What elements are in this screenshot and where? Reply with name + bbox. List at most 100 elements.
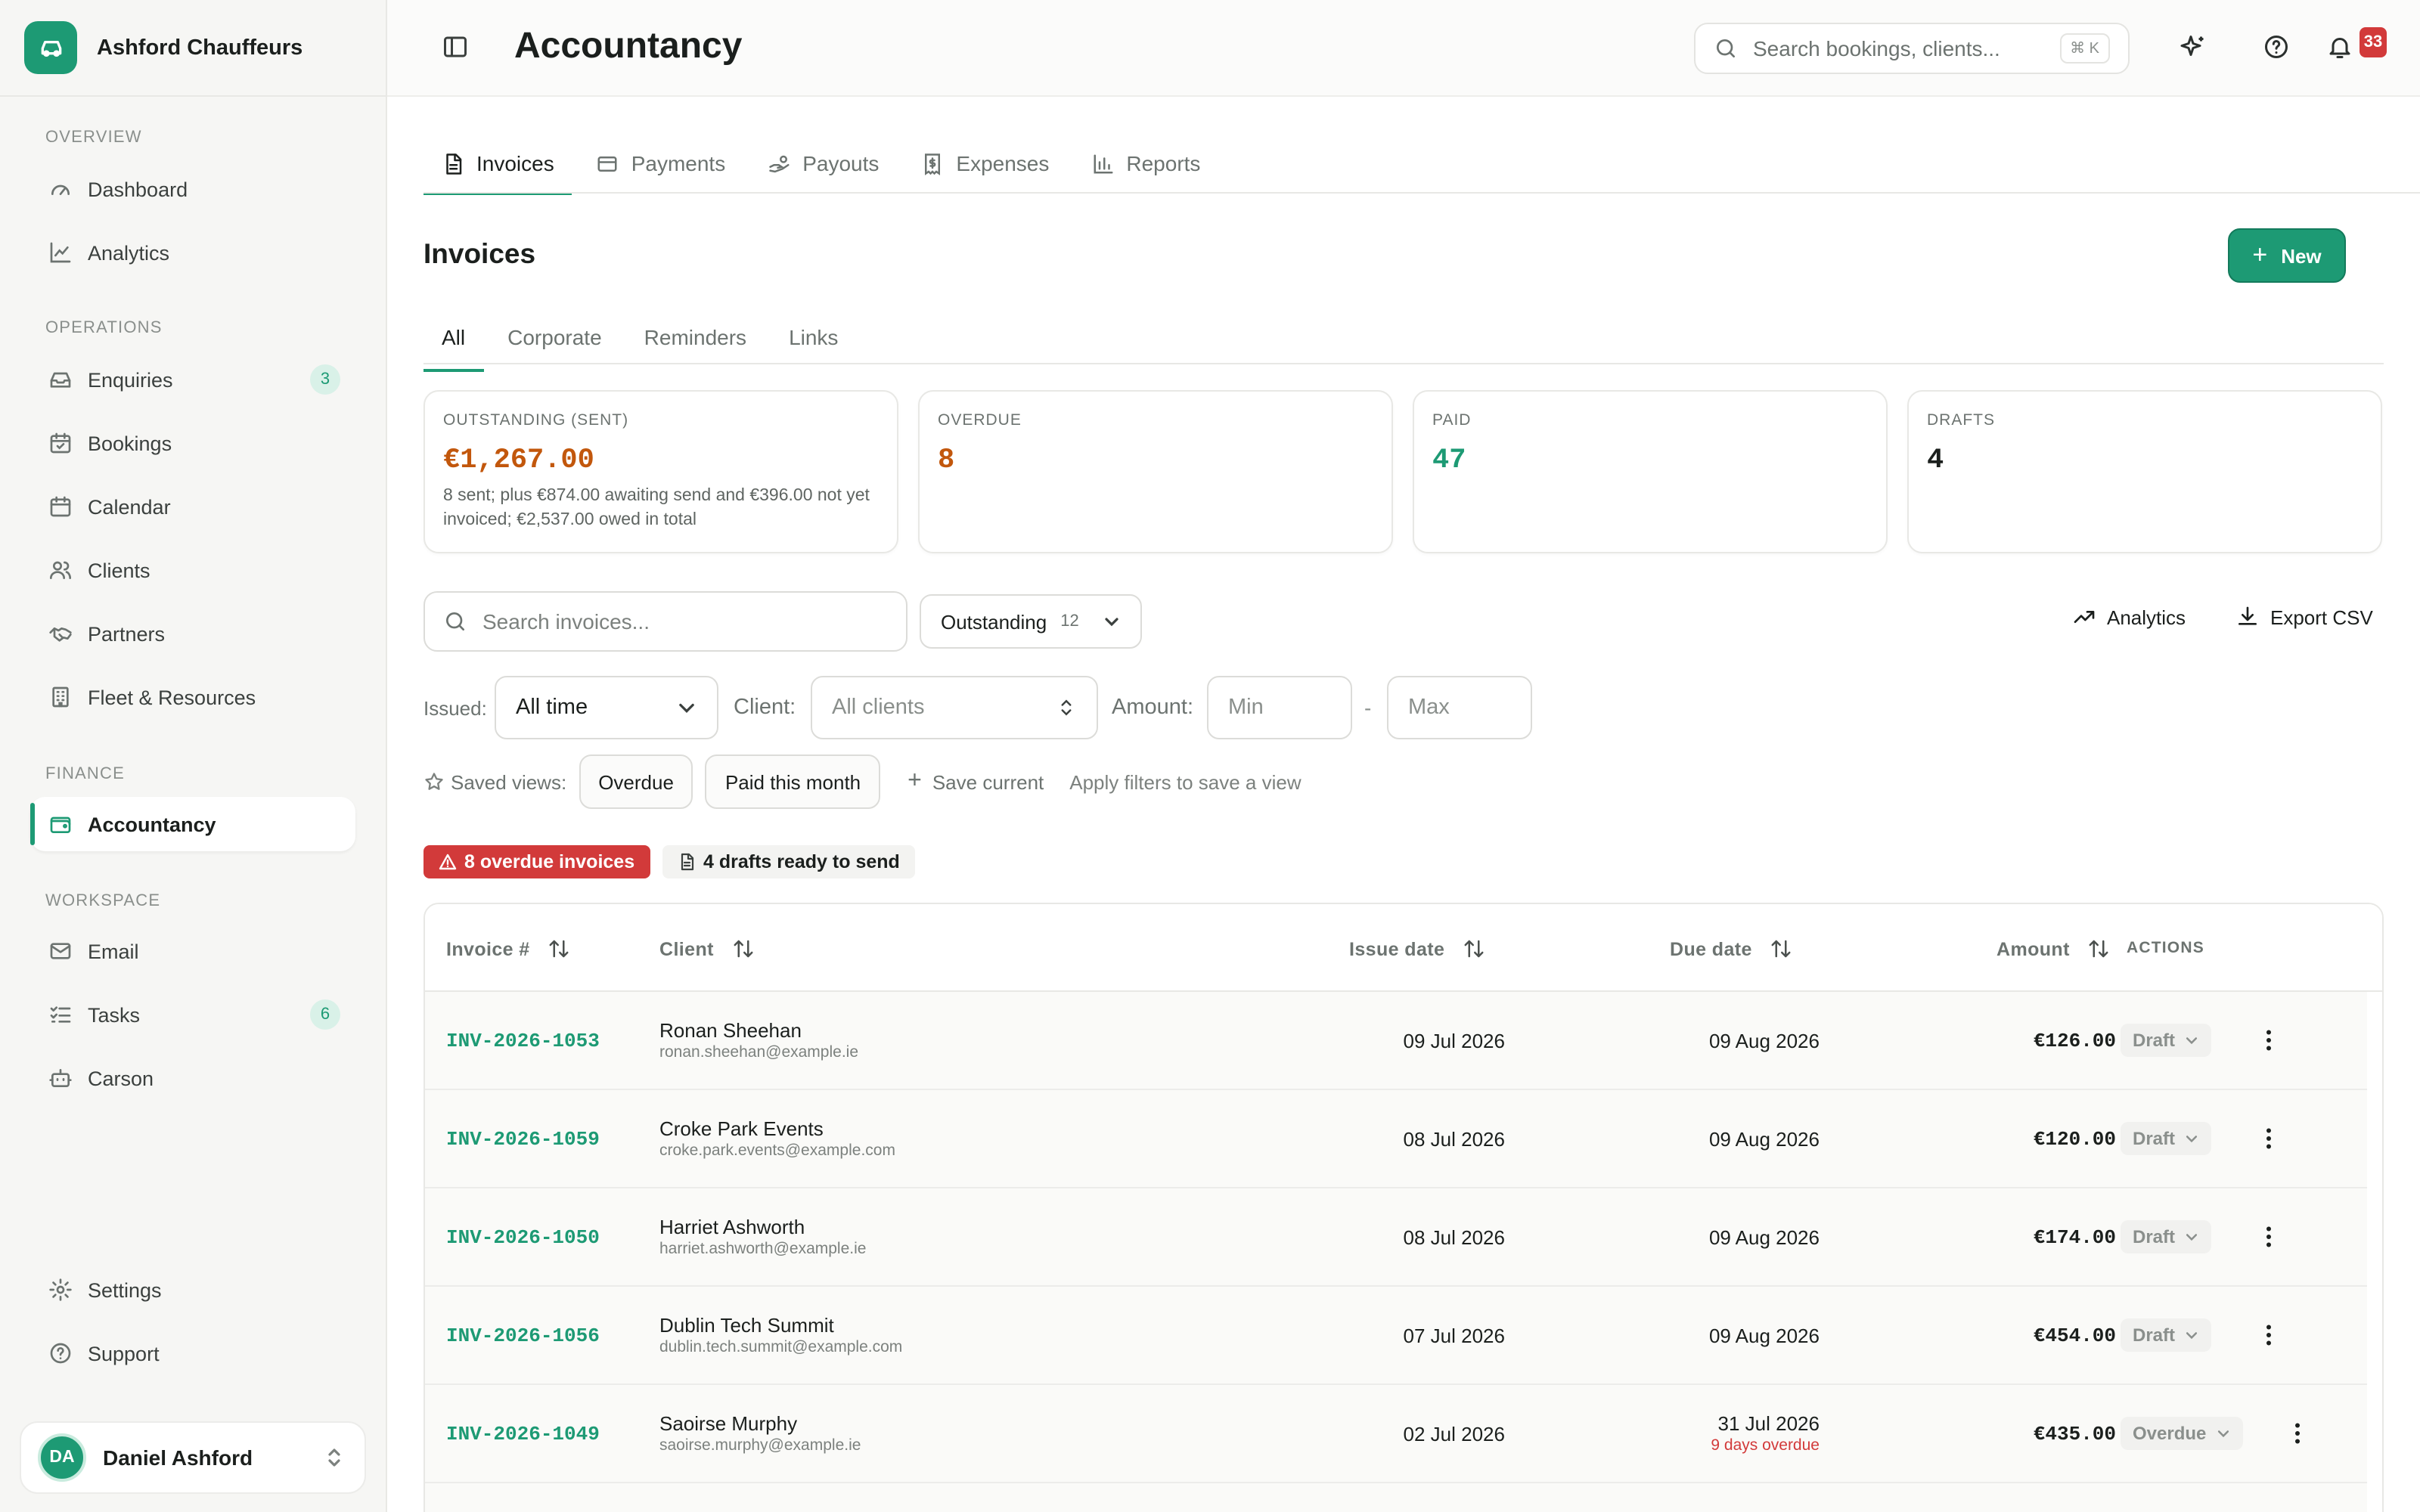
- invoice-number-link[interactable]: INV-2026-1059: [446, 1128, 600, 1151]
- global-search-input[interactable]: Search bookings, clients... ⌘ K: [1694, 23, 2130, 74]
- mail-icon: [50, 943, 71, 959]
- more-vertical-icon[interactable]: [2255, 1125, 2282, 1152]
- help-circle-icon[interactable]: [2263, 33, 2290, 60]
- overdue-alert-badge[interactable]: 8 overdue invoices: [424, 845, 650, 878]
- due-date: 31 Jul 2026: [1717, 1412, 1820, 1435]
- table-row[interactable]: INV-2026-1050 Harriet Ashworth harriet.a…: [425, 1188, 2367, 1287]
- status-dropdown[interactable]: Overdue: [2121, 1417, 2243, 1450]
- stat-label: PAID: [1432, 411, 1472, 429]
- tab-payments[interactable]: Payments: [579, 133, 744, 194]
- client-email: saoirse.murphy@example.ie: [659, 1436, 861, 1455]
- sidebar-item-enquiries[interactable]: Enquiries 3: [30, 352, 355, 407]
- client-email: croke.park.events@example.com: [659, 1142, 895, 1160]
- status-label: Draft: [2133, 1128, 2176, 1149]
- subtab-corporate[interactable]: Corporate: [489, 311, 620, 363]
- saved-view-overdue[interactable]: Overdue: [579, 754, 693, 809]
- tab-label: Payouts: [802, 151, 880, 175]
- sidebar-item-support[interactable]: Support: [30, 1326, 355, 1380]
- tab-payouts[interactable]: Payouts: [749, 133, 897, 194]
- notification-badge: 33: [2360, 27, 2387, 57]
- chevron-down-icon: [2186, 1234, 2198, 1241]
- subtab-reminders[interactable]: Reminders: [626, 311, 765, 363]
- amount-min-input[interactable]: Min: [1207, 676, 1352, 739]
- analytics-button[interactable]: Analytics: [2072, 605, 2186, 629]
- saved-view-paid-this-month[interactable]: Paid this month: [705, 754, 881, 809]
- column-amount[interactable]: Amount: [1996, 937, 2111, 960]
- column-issue-date[interactable]: Issue date: [1349, 937, 1485, 960]
- sidebar-item-calendar[interactable]: Calendar: [30, 479, 355, 534]
- drafts-ready-badge[interactable]: 4 drafts ready to send: [662, 845, 915, 878]
- sidebar-item-clients[interactable]: Clients: [30, 543, 355, 597]
- status-filter-count: 12: [1060, 612, 1079, 631]
- sidebar-item-carson[interactable]: Carson: [30, 1051, 355, 1105]
- status-dropdown[interactable]: Draft: [2121, 1318, 2212, 1352]
- sidebar-item-accountancy[interactable]: Accountancy: [30, 797, 355, 851]
- table-row[interactable]: [425, 1483, 2367, 1512]
- chevron-down-icon: [1105, 618, 1118, 627]
- bell-icon[interactable]: [2326, 33, 2353, 60]
- tab-invoices[interactable]: Invoices: [424, 133, 573, 195]
- section-finance: FINANCE: [45, 765, 125, 783]
- more-vertical-icon[interactable]: [2255, 1321, 2282, 1349]
- sidebar-item-fleet[interactable]: Fleet & Resources: [30, 670, 355, 724]
- due-date: 09 Aug 2026: [1708, 1226, 1820, 1249]
- stat-label: DRAFTS: [1927, 411, 1995, 429]
- new-invoice-button[interactable]: + New: [2228, 228, 2346, 283]
- sidebar-toggle-icon[interactable]: [442, 33, 469, 60]
- invoice-search-input[interactable]: Search invoices...: [424, 591, 908, 652]
- export-csv-button[interactable]: Export CSV: [2235, 605, 2373, 629]
- tab-expenses[interactable]: Expenses: [903, 133, 1067, 194]
- sidebar-item-label: Partners: [88, 622, 166, 645]
- more-vertical-icon[interactable]: [2255, 1027, 2282, 1054]
- amount-max-input[interactable]: Max: [1387, 676, 1532, 739]
- sidebar-item-bookings[interactable]: Bookings: [30, 416, 355, 470]
- tab-reports[interactable]: Reports: [1073, 133, 1218, 194]
- sidebar-item-email[interactable]: Email: [30, 924, 355, 978]
- more-vertical-icon[interactable]: [2284, 1420, 2311, 1447]
- invoice-number-link[interactable]: INV-2026-1049: [446, 1423, 600, 1445]
- user-name: Daniel Ashford: [103, 1445, 253, 1470]
- client-filter-select[interactable]: All clients: [811, 676, 1098, 739]
- more-vertical-icon[interactable]: [2255, 1223, 2282, 1250]
- stat-card-overdue[interactable]: OVERDUE 8: [918, 390, 1393, 553]
- sidebar-item-settings[interactable]: Settings: [30, 1263, 355, 1317]
- main-content: Accountancy Search bookings, clients... …: [387, 0, 2420, 1512]
- invoices-table: Invoice # Client Issue date Due date Amo…: [424, 903, 2384, 1512]
- subtab-all[interactable]: All: [424, 311, 483, 372]
- sidebar-item-dashboard[interactable]: Dashboard: [30, 162, 355, 216]
- user-menu[interactable]: DA Daniel Ashford: [20, 1421, 366, 1494]
- stat-card-paid[interactable]: PAID 47: [1413, 390, 1888, 553]
- column-client[interactable]: Client: [659, 937, 755, 960]
- status-dropdown[interactable]: Draft: [2121, 1220, 2212, 1253]
- sidebar-item-tasks[interactable]: Tasks 6: [30, 987, 355, 1042]
- count-badge: 3: [310, 364, 340, 395]
- brand[interactable]: Ashford Chauffeurs: [0, 0, 386, 97]
- invoice-number-link[interactable]: INV-2026-1050: [446, 1226, 600, 1249]
- stat-card-drafts[interactable]: DRAFTS 4: [1907, 390, 2382, 553]
- table-row[interactable]: INV-2026-1056 Dublin Tech Summit dublin.…: [425, 1287, 2367, 1385]
- status-dropdown[interactable]: Draft: [2121, 1024, 2212, 1057]
- invoice-number-link[interactable]: INV-2026-1056: [446, 1325, 600, 1347]
- issued-filter-select[interactable]: All time: [495, 676, 718, 739]
- table-row[interactable]: INV-2026-1059 Croke Park Events croke.pa…: [425, 1090, 2367, 1188]
- stat-card-outstanding[interactable]: OUTSTANDING (SENT) €1,267.00 8 sent; plu…: [424, 390, 898, 553]
- issue-date: 08 Jul 2026: [1403, 1226, 1505, 1249]
- subtab-links[interactable]: Links: [771, 311, 856, 363]
- stat-value: 47: [1432, 445, 1466, 476]
- status-filter-dropdown[interactable]: Outstanding 12: [920, 594, 1142, 649]
- search-placeholder: Search invoices...: [482, 609, 650, 634]
- sidebar-item-analytics[interactable]: Analytics: [30, 225, 355, 280]
- chevron-down-icon: [2186, 1136, 2198, 1143]
- status-dropdown[interactable]: Draft: [2121, 1122, 2212, 1155]
- invoice-number-link[interactable]: INV-2026-1053: [446, 1030, 600, 1052]
- plus-icon: +: [2252, 240, 2268, 269]
- column-invoice[interactable]: Invoice #: [446, 937, 571, 960]
- table-row[interactable]: INV-2026-1053 Ronan Sheehan ronan.sheeha…: [425, 992, 2367, 1090]
- due-date: 09 Aug 2026: [1708, 1030, 1820, 1052]
- column-due-date[interactable]: Due date: [1670, 937, 1793, 960]
- table-row[interactable]: INV-2026-1049 Saoirse Murphy saoirse.mur…: [425, 1385, 2367, 1483]
- sparkles-icon[interactable]: [2180, 33, 2207, 60]
- sidebar-item-partners[interactable]: Partners: [30, 606, 355, 661]
- save-current-button[interactable]: + Save current: [908, 768, 1044, 795]
- chevron-down-icon: [2186, 1037, 2198, 1045]
